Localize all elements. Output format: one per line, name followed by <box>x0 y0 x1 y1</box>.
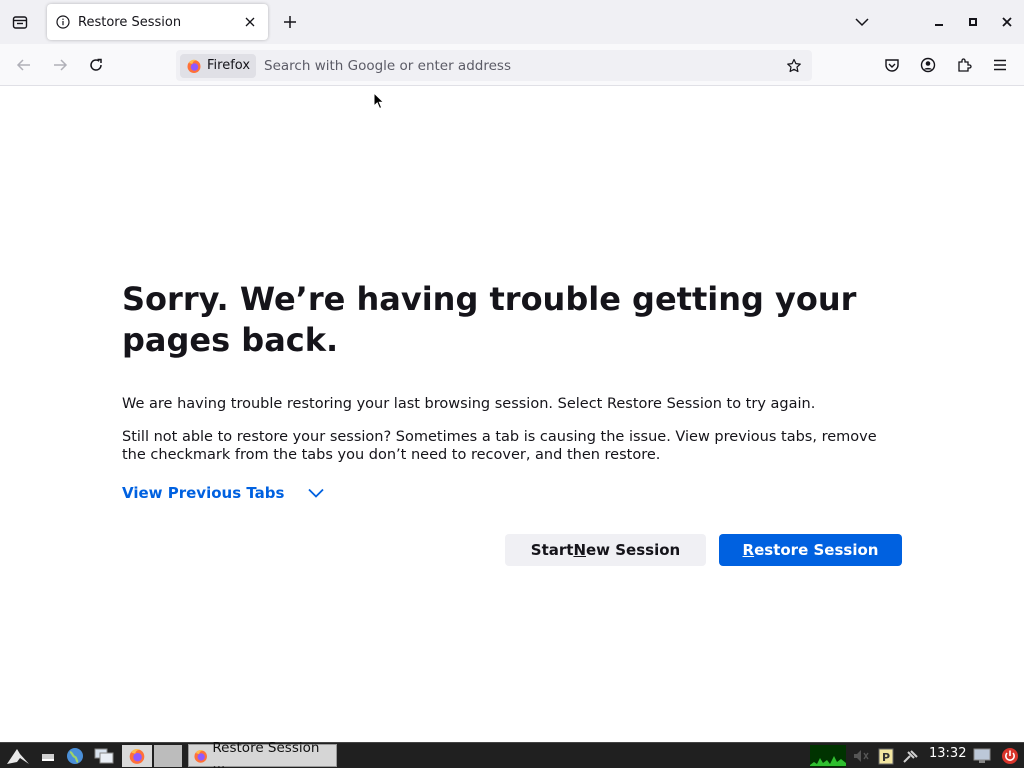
display-tray-button[interactable] <box>971 745 993 767</box>
taskbar: Restore Session ... P 13:32 <box>0 740 1024 772</box>
clipboard-icon: P <box>878 748 894 765</box>
firefox-view-icon <box>12 16 28 29</box>
maximize-icon <box>969 18 977 26</box>
power-icon <box>1002 748 1018 764</box>
windows-icon <box>94 748 114 764</box>
speaker-icon <box>854 750 869 762</box>
chevron-down-icon <box>308 488 325 498</box>
star-icon <box>787 58 801 73</box>
minimize-button[interactable] <box>925 8 953 36</box>
globe-icon <box>67 748 83 764</box>
close-window-button[interactable] <box>993 8 1021 36</box>
volume-button[interactable] <box>850 745 872 767</box>
description-paragraph: We are having trouble restoring your las… <box>122 396 816 412</box>
firefox-view-button[interactable] <box>0 0 40 44</box>
view-previous-tabs-label: View Previous Tabs <box>122 484 285 502</box>
firefox-logo-icon <box>194 749 207 763</box>
help-paragraph: Still not able to restore your session? … <box>122 429 877 463</box>
tab-title: Restore Session <box>78 14 182 30</box>
cpu-monitor <box>810 745 846 767</box>
firefox-logo-icon <box>129 749 145 764</box>
puzzle-piece-icon <box>958 58 972 72</box>
tab-restore-session[interactable]: Restore Session <box>47 4 268 40</box>
forward-arrow-icon <box>54 59 68 71</box>
start-logo-icon <box>7 749 29 764</box>
back-button[interactable] <box>9 50 39 80</box>
list-all-tabs-button[interactable] <box>848 8 876 36</box>
plus-icon <box>284 16 296 28</box>
close-icon <box>1002 17 1012 27</box>
maximize-button[interactable] <box>959 8 987 36</box>
cpu-graph-icon <box>810 756 846 766</box>
pocket-button[interactable] <box>877 50 907 80</box>
start-new-session-button[interactable]: Start New Session <box>505 534 706 566</box>
url-input[interactable] <box>264 57 765 74</box>
network-tray-button[interactable] <box>900 745 922 767</box>
identity-label: Firefox <box>207 58 251 73</box>
show-desktop-button[interactable] <box>38 745 58 767</box>
clipboard-tray-button[interactable]: P <box>876 745 896 767</box>
account-button[interactable] <box>913 50 943 80</box>
chevron-down-icon <box>855 18 869 27</box>
svg-text:P: P <box>882 751 890 764</box>
bookmark-star-button[interactable] <box>782 54 806 78</box>
firefox-launcher[interactable] <box>122 745 152 767</box>
account-icon <box>920 57 936 73</box>
reload-button[interactable] <box>81 50 111 80</box>
identity-box[interactable]: Firefox <box>180 53 257 78</box>
start-new-label-after: ew Session <box>586 541 681 559</box>
page-content: Sorry. We’re having trouble getting your… <box>0 86 1024 742</box>
power-button[interactable] <box>999 745 1021 767</box>
firefox-logo-icon <box>187 59 201 73</box>
restore-session-button[interactable]: Restore Session <box>719 534 902 566</box>
mouse-pointer-icon <box>373 92 385 110</box>
start-new-accel-key: N <box>573 541 586 559</box>
network-plug-icon <box>903 750 918 763</box>
taskbar-clock: 13:32 <box>929 746 967 761</box>
web-browser-launcher[interactable] <box>64 745 86 767</box>
new-tab-button[interactable] <box>276 8 304 36</box>
back-arrow-icon <box>16 59 30 71</box>
taskbar-task-label: Restore Session ... <box>212 739 320 772</box>
minimize-windows-icon <box>42 754 54 761</box>
workspace-switcher[interactable] <box>154 745 182 767</box>
tab-close-icon[interactable] <box>240 12 260 32</box>
info-icon <box>55 14 71 30</box>
view-previous-tabs-toggle[interactable]: View Previous Tabs <box>122 484 325 502</box>
reload-icon <box>90 58 102 71</box>
extensions-button[interactable] <box>949 50 979 80</box>
app-menu-button[interactable] <box>985 50 1015 80</box>
page-title: Sorry. We’re having trouble getting your… <box>122 280 857 359</box>
restore-label-after: estore Session <box>754 541 879 559</box>
taskbar-task-restore-session[interactable]: Restore Session ... <box>188 740 337 772</box>
hamburger-menu-icon <box>994 59 1006 71</box>
pocket-icon <box>885 59 899 72</box>
address-bar[interactable]: Firefox <box>176 50 812 81</box>
minimize-icon <box>935 24 943 26</box>
file-manager-launcher[interactable] <box>92 745 116 767</box>
monitor-icon <box>973 748 991 763</box>
restore-accel-key: R <box>742 541 755 559</box>
start-menu-button[interactable] <box>4 745 32 767</box>
start-new-label-before: Start <box>530 541 574 559</box>
forward-button[interactable] <box>45 50 75 80</box>
